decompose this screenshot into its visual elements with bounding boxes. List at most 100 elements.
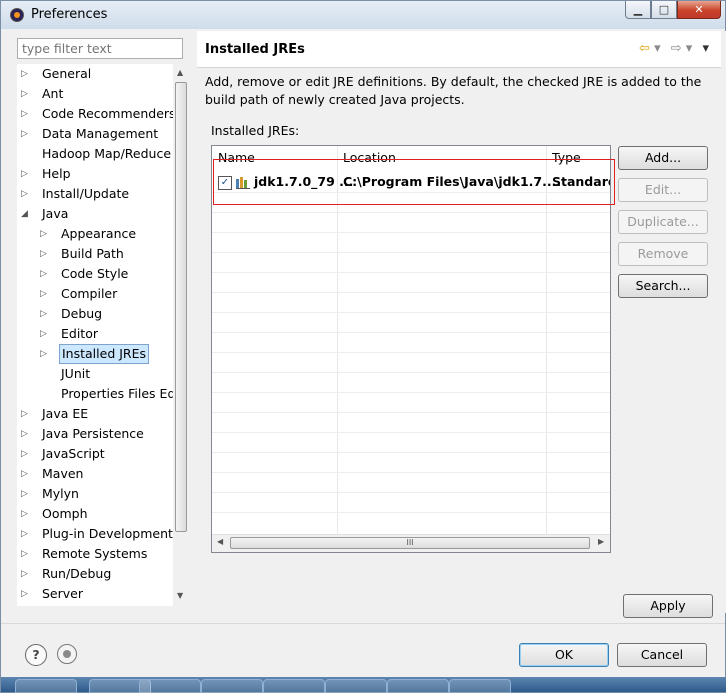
collapsed-arrow-icon[interactable]: ▷ xyxy=(40,264,50,284)
collapsed-arrow-icon[interactable]: ▷ xyxy=(40,304,50,324)
empty-row xyxy=(212,492,610,513)
tree-item-label: Code Style xyxy=(61,266,129,281)
collapsed-arrow-icon[interactable]: ▷ xyxy=(21,164,31,184)
tree-item-label: Run/Debug xyxy=(42,566,112,581)
collapsed-arrow-icon[interactable]: ▷ xyxy=(21,524,31,544)
tree-item-label: Install/Update xyxy=(42,186,130,201)
collapsed-arrow-icon[interactable]: ▷ xyxy=(21,84,31,104)
collapsed-arrow-icon[interactable]: ▷ xyxy=(21,544,31,564)
window-title: Preferences xyxy=(31,7,108,22)
collapsed-arrow-icon[interactable]: ▷ xyxy=(21,484,31,504)
tree-item-label: Properties Files Ed xyxy=(61,386,173,401)
tree-vertical-scrollbar[interactable]: ▲ ▼ xyxy=(173,64,190,606)
preferences-tree: ▷ General ▷ Ant ▷ Code Recommenders ▷ Data Mana… xyxy=(17,64,173,606)
minimize-button[interactable]: ▁ xyxy=(625,1,651,19)
tree-item-label: General xyxy=(42,66,92,81)
empty-row xyxy=(212,332,610,353)
maximize-button[interactable]: □ xyxy=(651,1,677,19)
tree-item-label: Data Management xyxy=(42,126,159,141)
tree-item-label: Appearance xyxy=(61,226,137,241)
jre-table: Name Location Type ✓ jdk1.7.0_79 ... C:\… xyxy=(211,145,611,553)
empty-row xyxy=(212,392,610,413)
dialog-divider xyxy=(1,623,725,624)
tree-item-label: Code Recommenders xyxy=(42,106,173,121)
empty-row xyxy=(212,452,610,473)
collapsed-arrow-icon[interactable]: ▷ xyxy=(40,344,50,364)
tree-scroll-thumb[interactable] xyxy=(175,82,187,532)
preferences-navigation: ▷ General ▷ Ant ▷ Code Recommenders ▷ Data Mana… xyxy=(9,31,190,613)
collapsed-arrow-icon[interactable]: ▷ xyxy=(21,564,31,584)
scroll-up-icon[interactable]: ▲ xyxy=(177,68,183,77)
collapsed-arrow-icon[interactable]: ▷ xyxy=(21,404,31,424)
collapsed-arrow-icon[interactable]: ▷ xyxy=(40,244,50,264)
collapsed-arrow-icon[interactable]: ▷ xyxy=(40,324,50,344)
installed-jres-label: Installed JREs: xyxy=(211,123,300,138)
close-button[interactable]: ✕ xyxy=(677,1,721,19)
page-header: Installed JREs ⇦ ▾ ⇨ ▾ ▾ xyxy=(197,31,721,68)
tree-item-label: Plug-in Development xyxy=(42,526,173,541)
tree-item-label: Compiler xyxy=(61,286,118,301)
tree-item-label: Installed JREs xyxy=(59,344,150,364)
scroll-right-icon[interactable]: ▶ xyxy=(598,537,604,546)
page-navigation: ⇦ ▾ ⇨ ▾ ▾ xyxy=(639,41,709,56)
collapsed-arrow-icon[interactable]: ▷ xyxy=(21,464,31,484)
search-button[interactable]: Search... xyxy=(618,274,708,298)
edit-button[interactable]: Edit... xyxy=(618,178,708,202)
tree-item-label: Editor xyxy=(61,326,98,341)
empty-row xyxy=(212,472,610,493)
table-horizontal-scrollbar[interactable]: ◀ III ▶ xyxy=(212,534,610,552)
scroll-down-icon[interactable]: ▼ xyxy=(177,591,183,600)
collapsed-arrow-icon[interactable]: ▷ xyxy=(40,284,50,304)
collapsed-arrow-icon[interactable]: ▷ xyxy=(21,124,31,144)
tree-item-label: Hadoop Map/Reduce xyxy=(42,146,172,161)
apply-button[interactable]: Apply xyxy=(623,594,713,618)
record-macro-icon[interactable] xyxy=(57,644,77,664)
tree-item-label: Mylyn xyxy=(42,486,79,501)
scroll-left-icon[interactable]: ◀ xyxy=(217,537,223,546)
empty-row xyxy=(212,232,610,253)
help-icon[interactable]: ? xyxy=(25,644,47,666)
forward-arrow-icon[interactable]: ⇨ xyxy=(671,41,682,56)
empty-row xyxy=(212,432,610,453)
tree-item-label: Help xyxy=(42,166,71,181)
title-bar[interactable]: Preferences ▁ □ ✕ xyxy=(1,1,725,29)
remove-button[interactable]: Remove xyxy=(618,242,708,266)
empty-row xyxy=(212,212,610,233)
tree-item-label: Java Persistence xyxy=(42,426,144,441)
collapsed-arrow-icon[interactable]: ▷ xyxy=(21,584,31,604)
preferences-window: Preferences ▁ □ ✕ ▷ General ▷ Ant ▷ Code Reco… xyxy=(0,0,726,693)
collapsed-arrow-icon[interactable]: ▷ xyxy=(21,184,31,204)
collapsed-arrow-icon[interactable]: ▷ xyxy=(40,224,50,244)
empty-row xyxy=(212,372,610,393)
tree-item-label: Remote Systems xyxy=(42,546,148,561)
duplicate-button[interactable]: Duplicate... xyxy=(618,210,708,234)
tree-item-label: Java xyxy=(42,206,69,221)
back-arrow-icon[interactable]: ⇦ xyxy=(639,41,650,56)
collapsed-arrow-icon[interactable]: ▷ xyxy=(21,64,31,84)
tree-item-label: Server xyxy=(42,586,83,601)
add-button[interactable]: Add... xyxy=(618,146,708,170)
collapsed-arrow-icon[interactable]: ▷ xyxy=(21,424,31,444)
tree-item-label: Build Path xyxy=(61,246,124,261)
collapsed-arrow-icon[interactable]: ▷ xyxy=(21,444,31,464)
annotation-highlight-box xyxy=(213,159,615,205)
collapsed-arrow-icon[interactable]: ▷ xyxy=(21,104,31,124)
empty-row xyxy=(212,312,610,333)
view-menu-icon[interactable]: ▾ xyxy=(702,41,709,56)
page-description: Add, remove or edit JRE definitions. By … xyxy=(205,74,702,107)
forward-menu-icon[interactable]: ▾ xyxy=(686,41,693,56)
tree-item-label: Maven xyxy=(42,466,84,481)
filter-input[interactable] xyxy=(17,38,183,59)
empty-row xyxy=(212,252,610,273)
empty-row xyxy=(212,412,610,433)
expanded-arrow-icon[interactable]: ◢ xyxy=(21,204,31,224)
back-menu-icon[interactable]: ▾ xyxy=(654,41,661,56)
eclipse-icon xyxy=(10,8,24,22)
collapsed-arrow-icon[interactable]: ▷ xyxy=(21,504,31,524)
table-scroll-thumb[interactable]: III xyxy=(230,537,590,549)
tree-item-label: Oomph xyxy=(42,506,88,521)
tree-item-label: Java EE xyxy=(42,406,89,421)
tree-item-label: Debug xyxy=(61,306,103,321)
ok-button[interactable]: OK xyxy=(519,643,609,667)
cancel-button[interactable]: Cancel xyxy=(617,643,707,667)
